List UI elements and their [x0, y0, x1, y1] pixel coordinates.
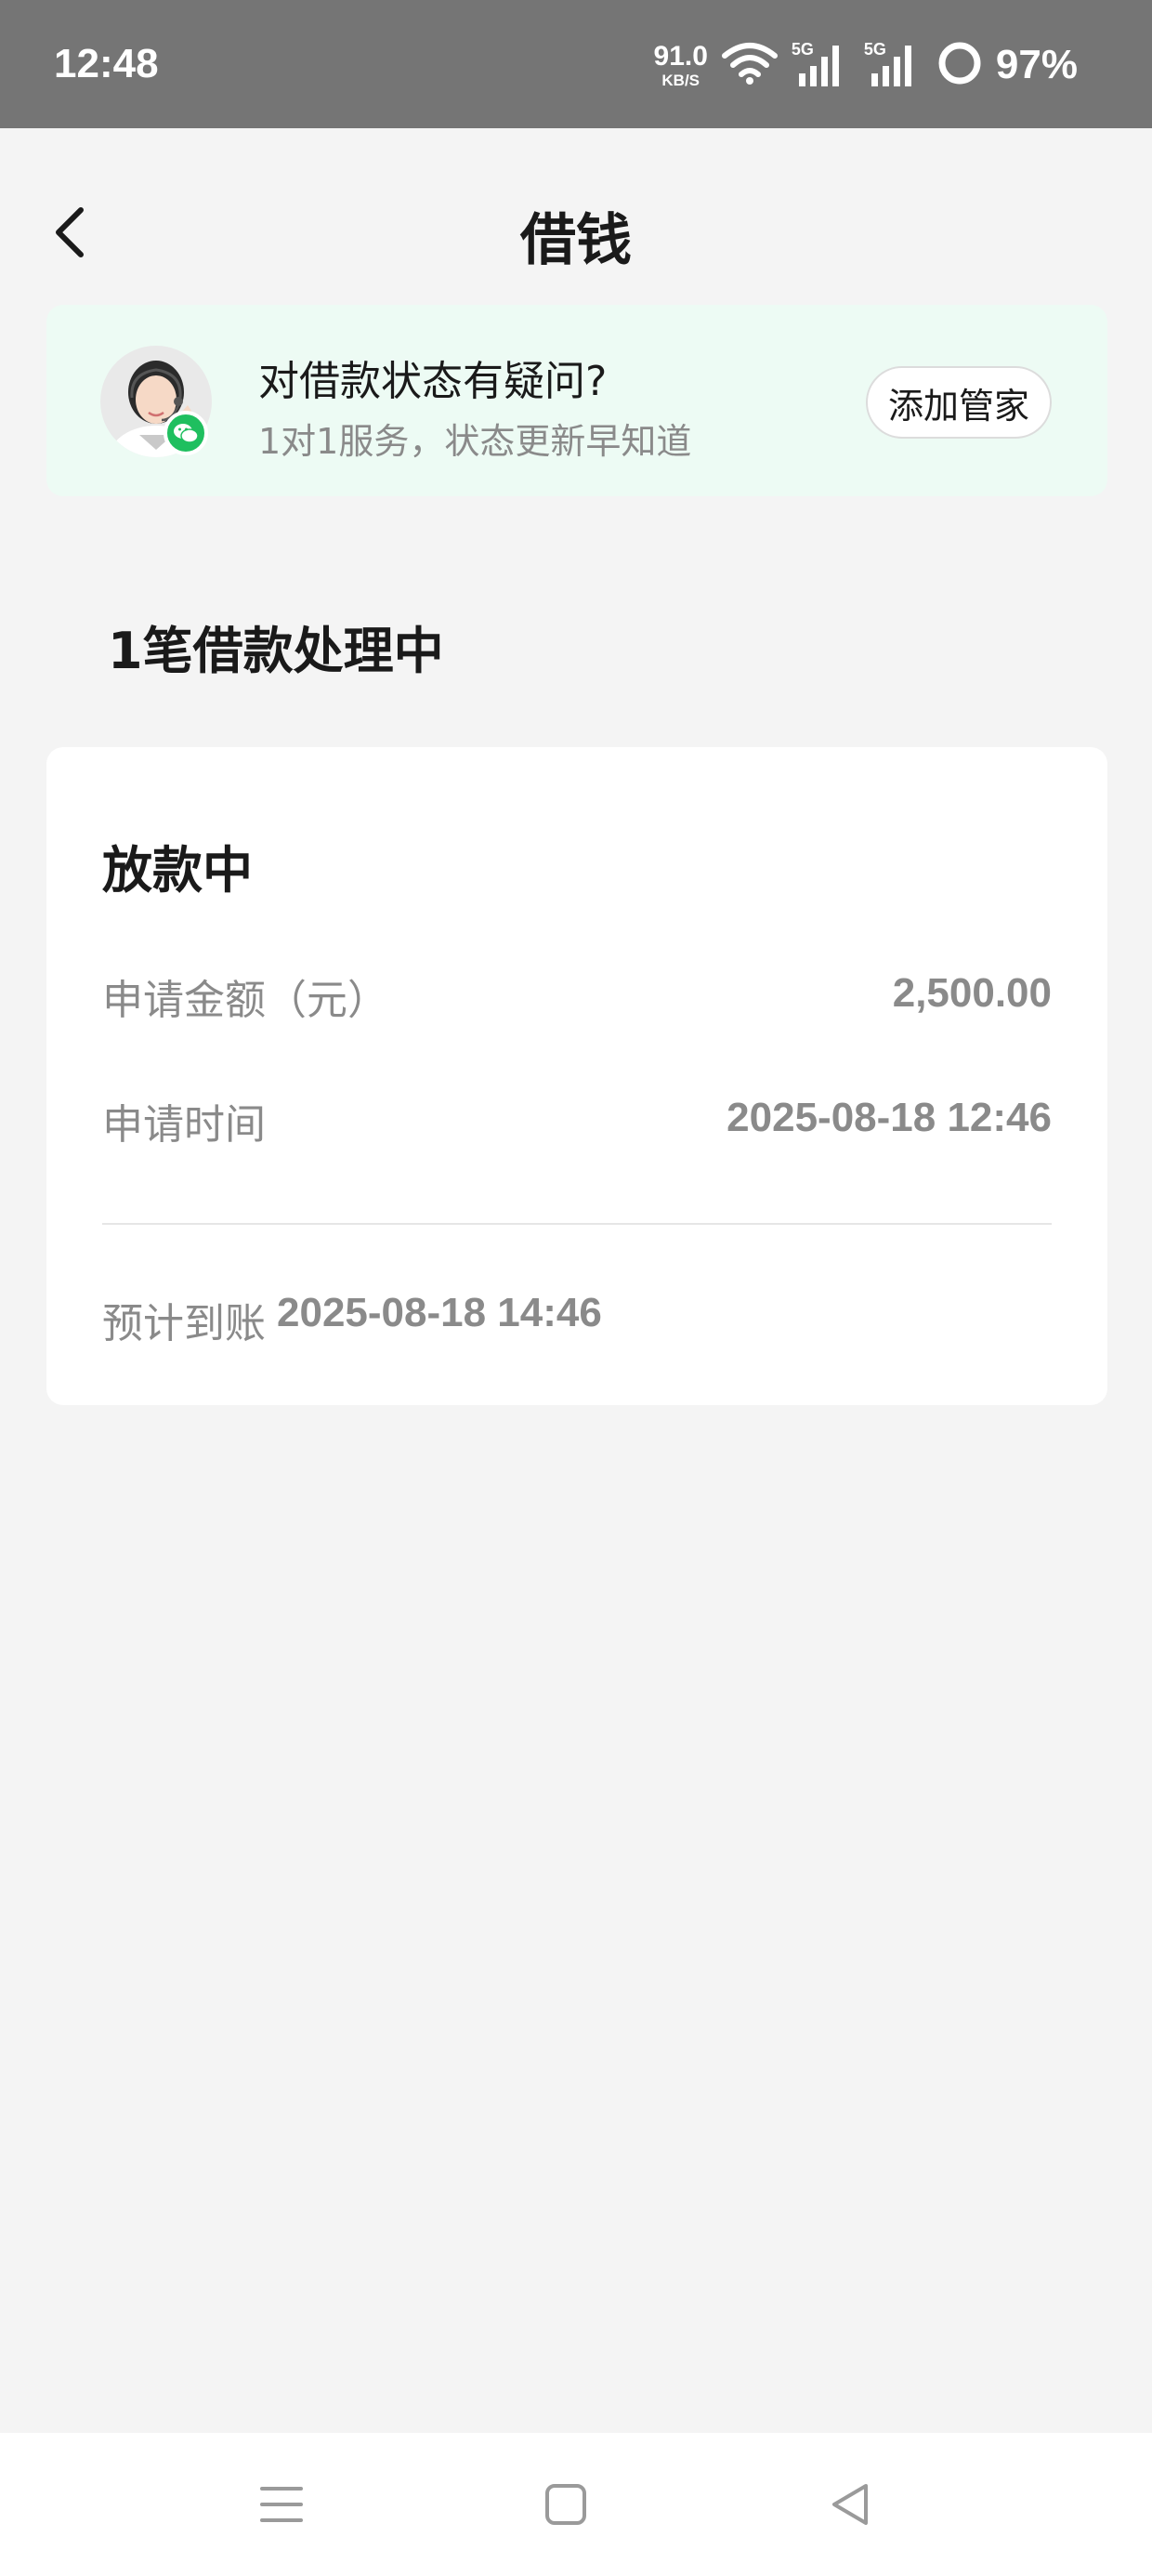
network-speed-value: 91.0 — [653, 40, 708, 72]
signal-1-label: 5G — [791, 40, 814, 59]
divider — [102, 1223, 1052, 1225]
status-bar: 12:48 91.0 KB/S 5G 5G 97% — [0, 0, 1152, 128]
home-square-icon — [544, 2483, 587, 2530]
loan-status: 放款中 — [102, 841, 253, 900]
signal-icon: 5G — [863, 40, 923, 88]
service-banner[interactable]: 对借款状态有疑问? 1对1服务，状态更新早知道 添加管家 — [46, 305, 1107, 496]
menu-icon — [258, 2483, 305, 2530]
estimated-arrival-label: 预计到账 — [102, 1300, 266, 1347]
system-nav-bar — [0, 2433, 1152, 2576]
add-manager-button[interactable]: 添加管家 — [866, 366, 1052, 439]
menu-button[interactable] — [249, 2474, 314, 2539]
signal-2-label: 5G — [863, 40, 886, 59]
apply-time-value: 2025-08-18 12:46 — [727, 1095, 1052, 1140]
page-title: 借钱 — [520, 208, 632, 273]
amount-label: 申请金额（元） — [102, 977, 388, 1024]
estimated-arrival: 预计到账 2025-08-18 14:46 — [102, 1290, 602, 1349]
battery-percent: 97% — [995, 42, 1078, 87]
apply-time-label: 申请时间 — [102, 1101, 266, 1149]
amount-value: 2,500.00 — [892, 970, 1052, 1016]
section-heading: 1笔借款处理中 — [108, 622, 444, 680]
nav-header: 借钱 — [0, 128, 1152, 305]
estimated-arrival-time: 2025-08-18 14:46 — [277, 1290, 602, 1335]
status-icons: 91.0 KB/S 5G 5G 97% — [654, 37, 1078, 93]
network-speed: 91.0 KB/S — [653, 40, 708, 89]
wifi-icon — [721, 41, 779, 89]
wechat-icon — [164, 411, 208, 455]
home-button[interactable] — [533, 2474, 598, 2539]
status-time: 12:48 — [54, 41, 159, 86]
back-triangle-icon — [829, 2482, 871, 2530]
banner-title: 对借款状态有疑问? — [258, 358, 608, 405]
banner-subtitle: 1对1服务，状态更新早知道 — [258, 421, 692, 462]
loan-card[interactable]: 放款中 申请金额（元） 2,500.00 申请时间 2025-08-18 12:… — [46, 747, 1107, 1405]
network-speed-unit: KB/S — [661, 71, 700, 89]
signal-icon: 5G — [791, 40, 851, 88]
battery-ring-icon — [936, 40, 983, 90]
system-back-button[interactable] — [818, 2474, 883, 2539]
